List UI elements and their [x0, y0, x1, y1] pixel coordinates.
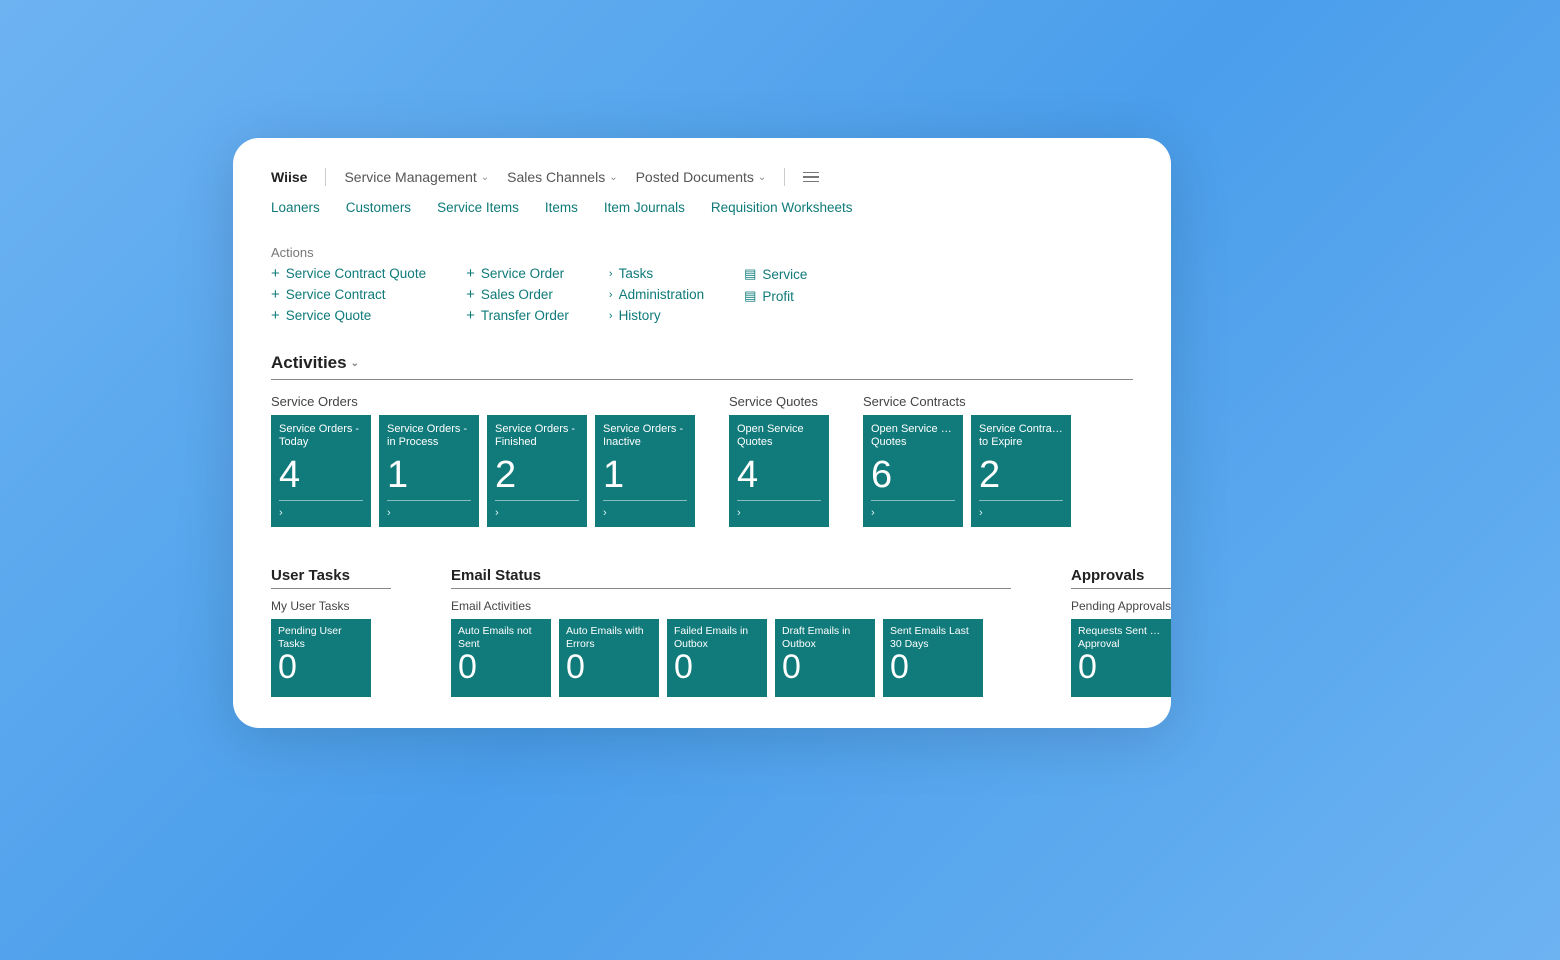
document-icon: ▤ [744, 266, 756, 282]
chevron-right-icon: › [737, 507, 741, 519]
action-transfer-order[interactable]: +Transfer Order [466, 308, 569, 323]
chevron-right-icon: › [979, 507, 983, 519]
nav-items[interactable]: Items [545, 200, 578, 215]
tile-open-service-quotes[interactable]: Open Service Quotes 4 › [729, 415, 829, 527]
topbar: Wiise Service Management ⌄ Sales Channel… [271, 168, 1133, 186]
actions-col-2: +Service Order +Sales Order +Transfer Or… [466, 266, 569, 323]
tile-service-orders-finished[interactable]: Service Orders - Finished 2 › [487, 415, 587, 527]
tile-requests-sent-approval[interactable]: Requests Sent … Approval 0 [1071, 619, 1171, 697]
plus-icon: + [271, 266, 280, 281]
chevron-right-icon: › [603, 507, 607, 519]
tile-pending-user-tasks[interactable]: Pending User Tasks 0 [271, 619, 371, 697]
document-icon: ▤ [744, 288, 756, 304]
action-service-contract-quote[interactable]: +Service Contract Quote [271, 266, 426, 281]
tile-draft-emails[interactable]: Draft Emails in Outbox 0 [775, 619, 875, 697]
secondary-nav: Loaners Customers Service Items Items It… [271, 200, 1133, 215]
chevron-right-icon: › [609, 289, 613, 301]
actions-col-1: +Service Contract Quote +Service Contrac… [271, 266, 426, 323]
divider [451, 588, 1011, 589]
action-sales-order[interactable]: +Sales Order [466, 287, 569, 302]
chevron-right-icon: › [871, 507, 875, 519]
menu-label: Service Management [344, 169, 476, 185]
approvals-section: Approvals Pending Approvals Requests Sen… [1071, 567, 1171, 697]
action-tasks[interactable]: ›Tasks [609, 266, 704, 281]
menu-label: Posted Documents [636, 169, 754, 185]
tile-auto-emails-errors[interactable]: Auto Emails with Errors 0 [559, 619, 659, 697]
chevron-right-icon: › [387, 507, 391, 519]
chevron-right-icon: › [609, 268, 613, 280]
nav-loaners[interactable]: Loaners [271, 200, 320, 215]
chevron-down-icon: ⌄ [351, 358, 359, 369]
plus-icon: + [466, 308, 475, 323]
action-service-order[interactable]: +Service Order [466, 266, 569, 281]
actions-heading: Actions [271, 245, 1133, 260]
group-service-orders: Service Orders Service Orders - Today 4 … [271, 394, 695, 527]
action-history[interactable]: ›History [609, 308, 704, 323]
separator [784, 168, 785, 186]
actions-grid: +Service Contract Quote +Service Contrac… [271, 266, 1133, 323]
plus-icon: + [271, 308, 280, 323]
action-service[interactable]: ▤Service [744, 266, 807, 282]
hamburger-icon[interactable] [803, 172, 819, 182]
menu-posted-documents[interactable]: Posted Documents ⌄ [636, 169, 767, 185]
app-title: Wiise [271, 169, 307, 185]
user-tasks-section: User Tasks My User Tasks Pending User Ta… [271, 567, 391, 697]
app-window: Wiise Service Management ⌄ Sales Channel… [233, 138, 1171, 728]
plus-icon: + [466, 287, 475, 302]
chevron-down-icon: ⌄ [758, 172, 766, 183]
tile-contracts-to-expire[interactable]: Service Contra… to Expire 2 › [971, 415, 1071, 527]
activities-groups: Service Orders Service Orders - Today 4 … [271, 394, 1133, 527]
divider [271, 379, 1133, 380]
chevron-right-icon: › [495, 507, 499, 519]
tile-open-service-contract-quotes[interactable]: Open Service … Quotes 6 › [863, 415, 963, 527]
chevron-right-icon: › [609, 310, 613, 322]
menu-label: Sales Channels [507, 169, 605, 185]
plus-icon: + [466, 266, 475, 281]
tiles-row: Service Orders - Today 4 › Service Order… [271, 415, 695, 527]
group-label: Service Quotes [729, 394, 829, 409]
actions-col-4: ▤Service ▤Profit [744, 266, 807, 323]
action-service-contract[interactable]: +Service Contract [271, 287, 426, 302]
activities-heading[interactable]: Activities ⌄ [271, 353, 359, 373]
divider [271, 588, 391, 589]
email-status-section: Email Status Email Activities Auto Email… [451, 567, 1011, 697]
group-label: Service Orders [271, 394, 695, 409]
group-service-contracts: Service Contracts Open Service … Quotes … [863, 394, 1071, 527]
tile-service-orders-process[interactable]: Service Orders - in Process 1 › [379, 415, 479, 527]
nav-requisition-worksheets[interactable]: Requisition Worksheets [711, 200, 853, 215]
lower-row: User Tasks My User Tasks Pending User Ta… [271, 567, 1133, 697]
chevron-down-icon: ⌄ [609, 172, 617, 183]
action-profit[interactable]: ▤Profit [744, 288, 807, 304]
menu-sales-channels[interactable]: Sales Channels ⌄ [507, 169, 617, 185]
nav-item-journals[interactable]: Item Journals [604, 200, 685, 215]
action-administration[interactable]: ›Administration [609, 287, 704, 302]
divider [1071, 588, 1171, 589]
tile-failed-emails[interactable]: Failed Emails in Outbox 0 [667, 619, 767, 697]
plus-icon: + [271, 287, 280, 302]
group-label: Service Contracts [863, 394, 1071, 409]
group-service-quotes: Service Quotes Open Service Quotes 4 › [729, 394, 829, 527]
chevron-down-icon: ⌄ [481, 172, 489, 183]
action-service-quote[interactable]: +Service Quote [271, 308, 426, 323]
nav-service-items[interactable]: Service Items [437, 200, 519, 215]
chevron-right-icon: › [279, 507, 283, 519]
tile-service-orders-today[interactable]: Service Orders - Today 4 › [271, 415, 371, 527]
nav-customers[interactable]: Customers [346, 200, 411, 215]
actions-col-3: ›Tasks ›Administration ›History [609, 266, 704, 323]
menu-service-management[interactable]: Service Management ⌄ [344, 169, 489, 185]
separator [325, 168, 326, 186]
tile-auto-emails-not-sent[interactable]: Auto Emails not Sent 0 [451, 619, 551, 697]
tile-sent-emails-30d[interactable]: Sent Emails Last 30 Days 0 [883, 619, 983, 697]
tile-service-orders-inactive[interactable]: Service Orders - Inactive 1 › [595, 415, 695, 527]
